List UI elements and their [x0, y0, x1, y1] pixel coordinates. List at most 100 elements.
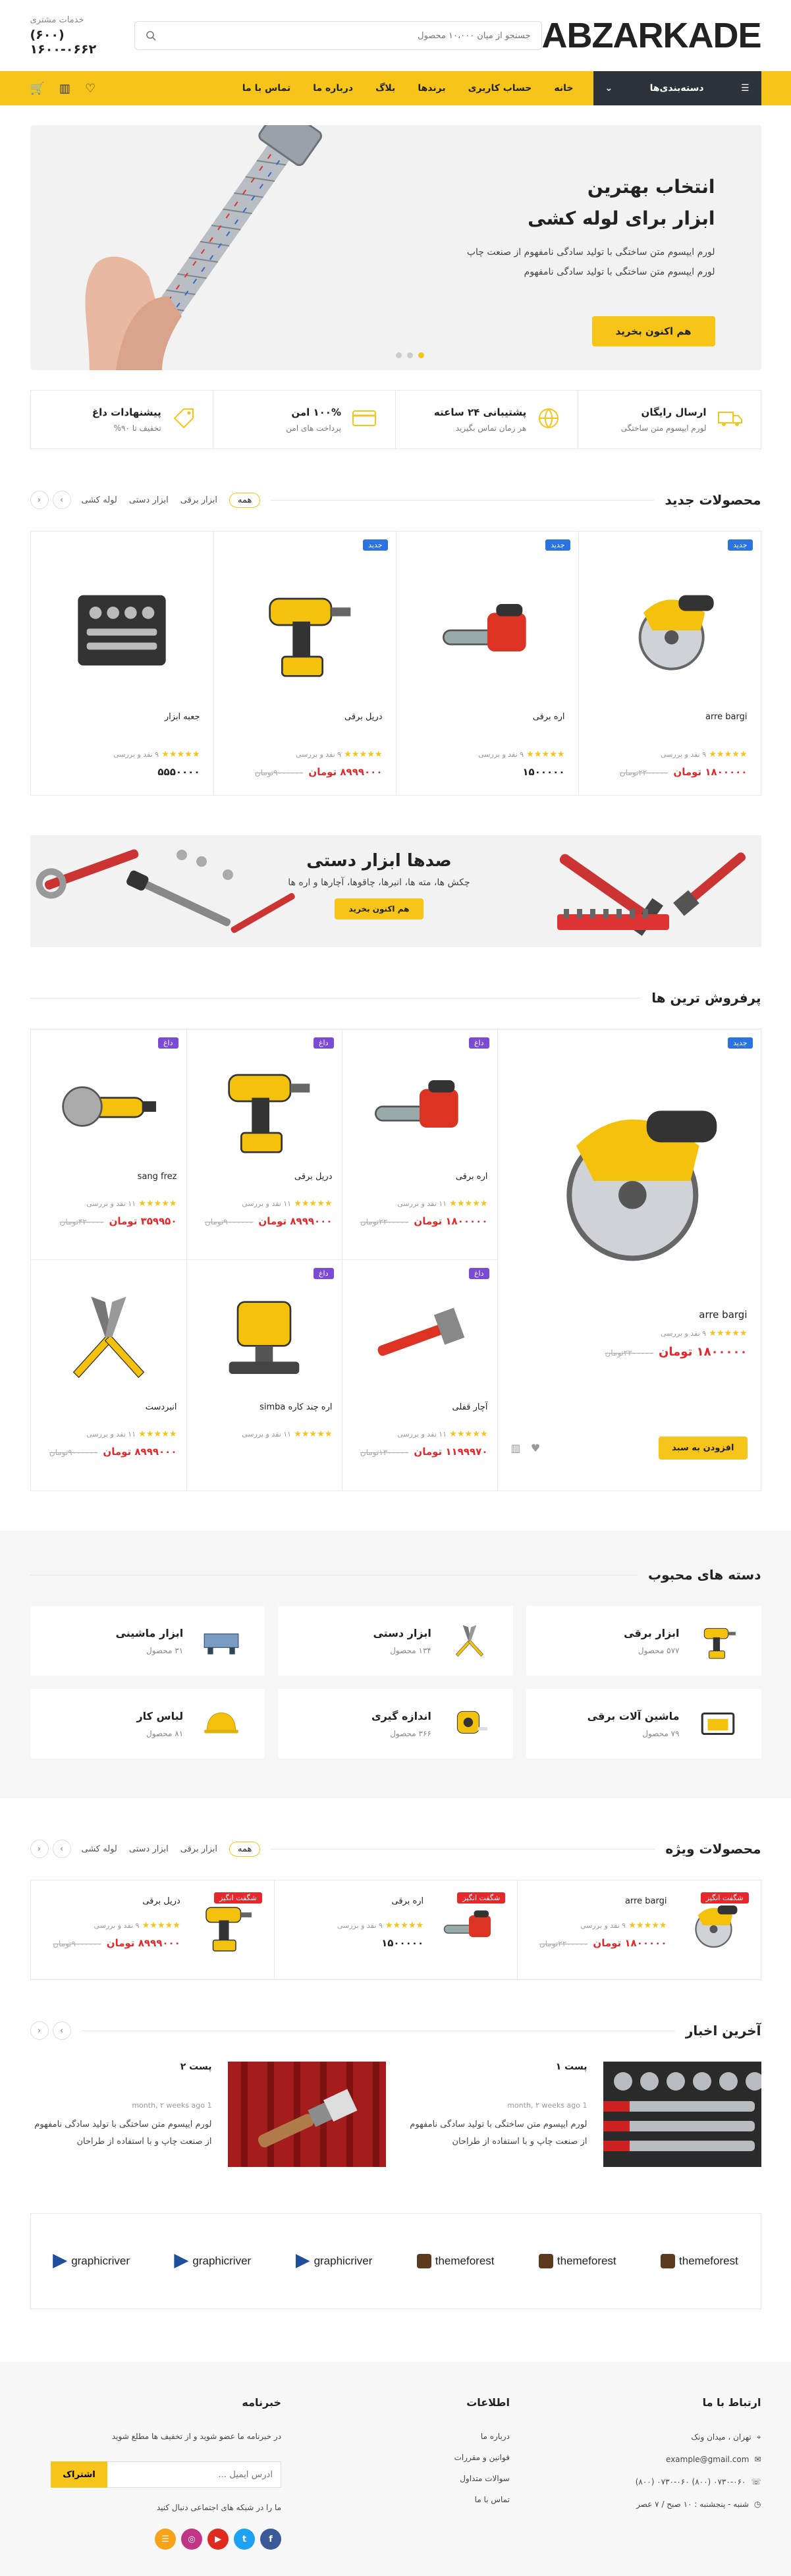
product-name[interactable]: دریل برقی — [43, 1896, 180, 1906]
brand-logo[interactable]: themeforest — [416, 2254, 495, 2268]
product-name[interactable]: انبردست — [40, 1402, 177, 1412]
product-name[interactable]: arre bargi — [511, 1309, 747, 1321]
product-name[interactable]: sang frez — [40, 1172, 177, 1182]
special-product-card[interactable]: شگفت انگیز دریل برقی ★★★★★ ۹ نقد و بررسی ۸… — [31, 1880, 274, 1979]
product-name[interactable]: اره چند کاره simba — [196, 1402, 332, 1412]
category-card[interactable]: ابزار برقی ۵۷۷ محصول — [526, 1606, 761, 1676]
category-card[interactable]: ابزار دستی ۱۳۴ محصول — [278, 1606, 513, 1676]
product-name[interactable]: اره برقی — [410, 712, 565, 722]
chevron-right-icon[interactable]: › — [52, 491, 71, 509]
phone-text[interactable]: ۰۷۳۰-۰۶۰ (۸۰۰) ۰۷۳۰-۰۶۰ (۸۰۰) — [636, 2471, 746, 2493]
category-card[interactable]: ماشین آلات برقی ۷۹ محصول — [526, 1689, 761, 1759]
nav-item-home[interactable]: خانه — [554, 83, 573, 94]
news-post[interactable]: پست ۲ month, ۲ weeks ago 1 لورم ایپسوم متن… — [30, 2062, 386, 2167]
product-image[interactable] — [44, 558, 200, 703]
footer-link[interactable]: قوانین و مقررات — [281, 2447, 510, 2468]
email-field[interactable] — [107, 2461, 282, 2488]
subscribe-button[interactable]: اشتراک — [51, 2461, 108, 2488]
tab-all[interactable]: همه — [229, 1841, 261, 1857]
tab-plumbing[interactable]: لوله کشی — [82, 495, 117, 505]
category-card[interactable]: اندازه گیری ۳۶۶ محصول — [278, 1689, 513, 1759]
product-image[interactable] — [410, 558, 565, 703]
chevron-right-icon[interactable]: › — [52, 1840, 71, 1858]
footer-link[interactable]: درباره ما — [281, 2426, 510, 2447]
heart-icon[interactable]: ♡ — [85, 82, 95, 96]
product-name[interactable]: اره برقی — [352, 1172, 488, 1182]
post-title[interactable]: پست ۱ — [406, 2062, 587, 2072]
banner-shop-button[interactable]: هم اکنون بخرید — [334, 898, 424, 919]
search-box[interactable] — [134, 21, 542, 50]
chevron-left-icon[interactable]: ‹ — [30, 2021, 49, 2040]
product-name[interactable]: اره برقی — [286, 1896, 423, 1906]
category-name[interactable]: ماشین آلات برقی — [587, 1710, 680, 1722]
email-text[interactable]: example@gmail.com — [666, 2448, 749, 2471]
chevron-left-icon[interactable]: ‹ — [30, 1840, 49, 1858]
product-name[interactable]: آچار قفلی — [352, 1402, 488, 1412]
brand-logo[interactable]: themeforest — [661, 2254, 738, 2268]
featured-product-card[interactable]: جدید arre bargi ★★★★★ ۹ نقد و بررسی ۱۸۰۰… — [497, 1029, 761, 1491]
tab-all[interactable]: همه — [229, 492, 261, 508]
nav-item-blog[interactable]: بلاگ — [375, 83, 395, 94]
product-name[interactable]: arre bargi — [592, 712, 747, 722]
footer-link[interactable]: سوالات متداول — [281, 2468, 510, 2489]
product-name[interactable]: جعبه ابزار — [44, 712, 200, 722]
special-product-card[interactable]: شگفت انگیز arre bargi ★★★★★ ۹ نقد و بررسی… — [517, 1880, 760, 1979]
product-card[interactable]: انبردست ★★★★★ ۱۱ نقد و بررسی ۸۹۹۹۰۰۰ توم… — [31, 1260, 186, 1491]
slider-dot-2[interactable] — [406, 352, 413, 358]
nav-item-about[interactable]: درباره ما — [313, 83, 353, 94]
product-image[interactable] — [40, 1281, 177, 1393]
product-image[interactable] — [352, 1281, 488, 1393]
category-name[interactable]: ابزار برقی — [624, 1627, 679, 1639]
search-icon[interactable] — [146, 30, 156, 41]
facebook-icon[interactable]: f — [260, 2529, 282, 2550]
brand-logo[interactable]: graphicriver — [295, 2254, 372, 2268]
chevron-left-icon[interactable]: ‹ — [30, 491, 49, 509]
tab-power-tools[interactable]: ابزار برقی — [180, 495, 217, 505]
tab-plumbing[interactable]: لوله کشی — [82, 1844, 117, 1854]
twitter-icon[interactable]: t — [234, 2529, 256, 2550]
hero-shop-button[interactable]: هم اکنون بخرید — [591, 316, 715, 346]
product-image[interactable] — [40, 1051, 177, 1163]
site-logo[interactable]: ABZARKADE — [542, 15, 762, 56]
brand-logo[interactable]: graphicriver — [174, 2254, 251, 2268]
tab-power-tools[interactable]: ابزار برقی — [180, 1844, 217, 1854]
product-image[interactable] — [511, 1062, 748, 1300]
product-name[interactable]: دریل برقی — [196, 1172, 333, 1182]
search-input[interactable] — [184, 30, 531, 41]
product-name[interactable]: arre bargi — [530, 1896, 667, 1906]
product-card[interactable]: داغ دریل برقی ★★★★★ ۱۱ نقد و بررسی ۸۹۹۹۰… — [186, 1029, 342, 1260]
brand-logo[interactable]: graphicriver — [53, 2254, 130, 2268]
product-image[interactable] — [592, 558, 748, 703]
youtube-icon[interactable]: ▶ — [207, 2529, 229, 2550]
footer-link[interactable]: تماس با ما — [281, 2489, 510, 2510]
category-name[interactable]: ابزار دستی — [373, 1627, 431, 1639]
nav-item-account[interactable]: حساب کاربری — [468, 83, 532, 94]
post-image[interactable] — [227, 2062, 386, 2167]
product-card[interactable]: داغ sang frez ★★★★★ ۱۱ نقد و بررسی ۳۵۹۹۵… — [30, 1029, 186, 1260]
product-card[interactable]: داغ اره برقی ★★★★★ ۱۱ نقد و بررسی ۱۸۰۰۰۰… — [341, 1029, 497, 1260]
support-phone[interactable]: (۶۰۰) ۱۶۰۰-۰۶۶۲ — [30, 28, 135, 57]
post-title[interactable]: پست ۲ — [30, 2062, 212, 2072]
nav-item-brands[interactable]: برندها — [418, 83, 445, 94]
rss-icon[interactable]: ☰ — [155, 2529, 177, 2550]
add-to-cart-button[interactable]: افزودن به سبد — [659, 1437, 748, 1460]
heart-icon[interactable]: ♥ — [531, 1442, 540, 1454]
category-card[interactable]: لباس کار ۸۱ محصول — [30, 1689, 265, 1759]
slider-dot-1[interactable] — [418, 352, 424, 358]
categories-dropdown[interactable]: ☰ دسته‌بندی‌ها ⌄ — [593, 71, 761, 105]
category-name[interactable]: ابزار ماشینی — [116, 1627, 184, 1639]
product-image[interactable] — [196, 1281, 333, 1393]
category-name[interactable]: اندازه گیری — [371, 1710, 431, 1722]
brand-logo[interactable]: themeforest — [538, 2254, 616, 2268]
cart-icon[interactable]: 🛒 — [30, 82, 45, 96]
product-image[interactable] — [227, 558, 383, 703]
tab-hand-tools[interactable]: ابزار دستی — [129, 1844, 169, 1854]
product-name[interactable]: دریل برقی — [227, 712, 383, 722]
slider-dot-3[interactable] — [395, 352, 402, 358]
tab-hand-tools[interactable]: ابزار دستی — [129, 495, 169, 505]
product-card[interactable]: جدید arre bargi ★★★★★ ۹ نقد و بررسی ۱۸۰۰… — [578, 532, 761, 795]
post-image[interactable] — [603, 2062, 761, 2167]
product-card[interactable]: جدید اره برقی ★★★★★ ۹ نقد و بررسی ۱۵۰۰۰۰… — [395, 532, 578, 795]
product-card[interactable]: جدید دریل برقی ★★★★★ ۹ نقد و بررسی ۸۹۹۹۰… — [213, 532, 396, 795]
news-post[interactable]: پست ۱ month, ۲ weeks ago 1 لورم ایپسوم متن… — [406, 2062, 761, 2167]
